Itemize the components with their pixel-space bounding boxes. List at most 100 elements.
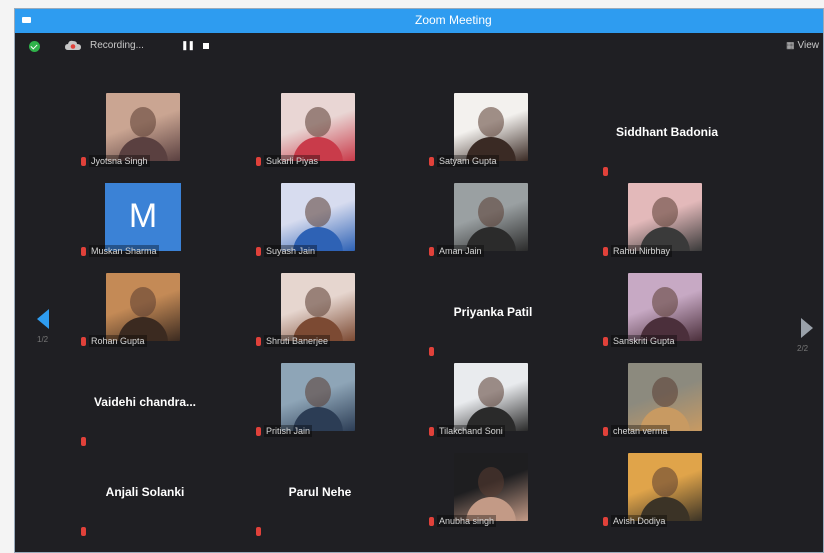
next-page-arrow-icon[interactable] <box>801 318 813 338</box>
participant-video <box>454 453 528 521</box>
view-label: View <box>797 40 820 51</box>
person-silhouette <box>652 287 678 317</box>
muted-mic-icon <box>429 157 434 166</box>
person-silhouette <box>652 467 678 497</box>
participant-tile[interactable]: Aman Jain <box>413 183 573 271</box>
muted-mic-icon <box>81 247 86 256</box>
person-silhouette <box>478 377 504 407</box>
muted-mic-icon <box>429 427 434 436</box>
title-bar: Zoom Meeting <box>15 9 823 33</box>
cloud-recording-icon <box>65 40 81 50</box>
participant-tile[interactable]: Vaidehi chandra... <box>65 363 225 451</box>
muted-mic-icon <box>256 157 261 166</box>
participant-video <box>281 183 355 251</box>
participant-name-label: chetan verma <box>611 425 670 437</box>
participant-video <box>454 363 528 431</box>
muted-mic-icon <box>429 517 434 526</box>
person-silhouette <box>305 287 331 317</box>
person-silhouette <box>478 197 504 227</box>
participant-tile[interactable]: M Muskan Sharma <box>65 183 225 271</box>
view-button[interactable]: ▦ View <box>786 40 819 51</box>
participant-name-label: Rohan Gupta <box>89 335 147 347</box>
participant-name-label: Muskan Sharma <box>89 245 159 257</box>
participant-tile[interactable]: Anjali Solanki <box>65 453 225 541</box>
muted-mic-icon <box>81 157 86 166</box>
participant-tile[interactable]: Rahul Nirbhay <box>587 183 747 271</box>
participant-video <box>454 183 528 251</box>
participant-video <box>281 93 355 161</box>
participant-name-label: Tilakchand Soni <box>437 425 505 437</box>
muted-mic-icon <box>603 517 608 526</box>
muted-mic-icon <box>603 427 608 436</box>
muted-mic-icon <box>256 527 261 536</box>
participant-avatar: M <box>105 183 181 251</box>
muted-mic-icon <box>256 427 261 436</box>
recording-label: Recording... <box>90 40 144 51</box>
person-silhouette <box>130 107 156 137</box>
participant-name-label: Shruti Banerjee <box>264 335 331 347</box>
participant-video <box>106 93 180 161</box>
participant-name-label: Sukarli Piyas <box>264 155 321 167</box>
participant-tile[interactable]: chetan verma <box>587 363 747 451</box>
participant-name-display: Anjali Solanki <box>105 485 185 499</box>
participant-video <box>628 273 702 341</box>
grid-icon: ▦ <box>785 40 795 50</box>
participant-tile[interactable]: Avish Dodiya <box>587 453 747 541</box>
participant-name-label: Pritish Jain <box>264 425 313 437</box>
muted-mic-icon <box>603 247 608 256</box>
participant-video <box>628 363 702 431</box>
encryption-shield-icon[interactable] <box>29 41 40 52</box>
participant-tile[interactable]: Tilakchand Soni <box>413 363 573 451</box>
person-silhouette <box>478 467 504 497</box>
participant-name-display: Parul Nehe <box>288 485 352 499</box>
participant-tile[interactable]: Priyanka Patil <box>413 273 573 361</box>
muted-mic-icon <box>603 337 608 346</box>
participant-name-label: Rahul Nirbhay <box>611 245 673 257</box>
muted-mic-icon <box>256 247 261 256</box>
participant-name-label: Sanskriti Gupta <box>611 335 677 347</box>
participant-name-display: Siddhant Badonia <box>616 125 718 139</box>
person-silhouette <box>305 197 331 227</box>
muted-mic-icon <box>81 527 86 536</box>
person-silhouette <box>130 287 156 317</box>
person-silhouette <box>305 377 331 407</box>
window-title: Zoom Meeting <box>415 13 492 27</box>
muted-mic-icon <box>603 167 608 176</box>
participant-video <box>281 363 355 431</box>
previous-page-arrow-icon[interactable] <box>37 309 49 329</box>
participant-tile[interactable]: Suyash Jain <box>240 183 400 271</box>
meeting-toolbar: Recording... ❚❚ ▦ View <box>15 33 823 59</box>
page-indicator-left: 1/2 <box>37 335 49 344</box>
participant-tile[interactable]: Sanskriti Gupta <box>587 273 747 361</box>
muted-mic-icon <box>429 247 434 256</box>
participant-video <box>454 93 528 161</box>
zoom-window: Zoom Meeting Recording... ❚❚ ▦ View Jyots… <box>14 8 824 553</box>
participant-tile[interactable]: Rohan Gupta <box>65 273 225 361</box>
person-silhouette <box>305 107 331 137</box>
participant-tile[interactable]: Shruti Banerjee <box>240 273 400 361</box>
participant-name-label: Jyotsna Singh <box>89 155 150 167</box>
participant-name-label: Aman Jain <box>437 245 484 257</box>
participant-name-label: Suyash Jain <box>264 245 318 257</box>
person-silhouette <box>652 197 678 227</box>
person-silhouette <box>652 377 678 407</box>
participant-tile[interactable]: Anubha singh <box>413 453 573 541</box>
participant-tile[interactable]: Jyotsna Singh <box>65 93 225 181</box>
participant-video <box>106 273 180 341</box>
stop-recording-button[interactable] <box>203 43 209 49</box>
muted-mic-icon <box>81 337 86 346</box>
pause-recording-button[interactable]: ❚❚ <box>181 40 195 51</box>
participant-tile[interactable]: Siddhant Badonia <box>587 93 747 181</box>
participant-tile[interactable]: Parul Nehe <box>240 453 400 541</box>
participant-video <box>281 273 355 341</box>
participant-tile[interactable]: Sukarli Piyas <box>240 93 400 181</box>
participant-tile[interactable]: Satyam Gupta <box>413 93 573 181</box>
muted-mic-icon <box>256 337 261 346</box>
participant-video <box>628 453 702 521</box>
participant-name-label: Satyam Gupta <box>437 155 499 167</box>
muted-mic-icon <box>81 437 86 446</box>
person-silhouette <box>478 107 504 137</box>
participant-tile[interactable]: Pritish Jain <box>240 363 400 451</box>
participant-name-label: Anubha singh <box>437 515 497 527</box>
participant-name-display: Vaidehi chandra... <box>93 395 197 409</box>
